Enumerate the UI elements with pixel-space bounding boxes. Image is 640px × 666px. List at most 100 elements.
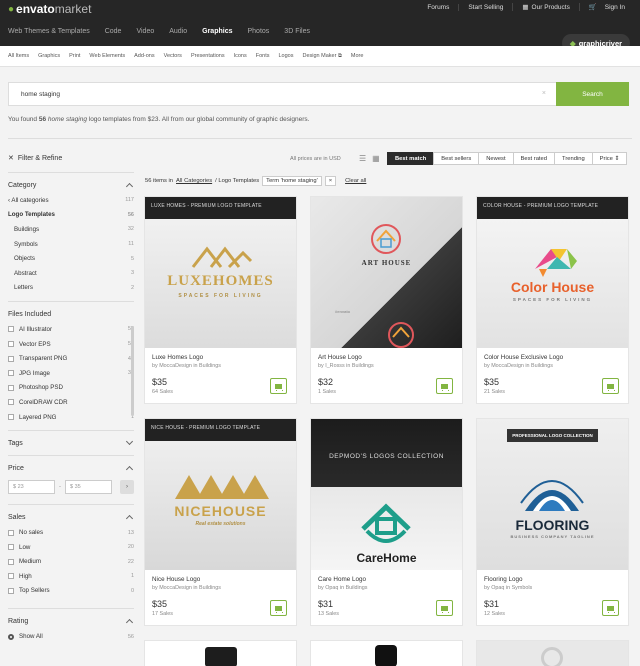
rating-show-all[interactable]: Show All 56	[8, 629, 134, 644]
add-to-cart-button[interactable]	[436, 600, 453, 616]
add-to-cart-button[interactable]	[602, 600, 619, 616]
file-type-filter[interactable]: Vector EPS55	[8, 337, 134, 352]
add-to-cart-button[interactable]	[602, 378, 619, 394]
clear-all-link[interactable]: Clear all	[345, 178, 366, 184]
checkbox-icon[interactable]	[8, 341, 14, 348]
tags-header[interactable]: Tags	[8, 435, 134, 451]
subnav-icons[interactable]: Icons	[234, 53, 247, 59]
product-title[interactable]: Care Home Logo	[318, 576, 366, 583]
product-title[interactable]: Flooring Logo	[484, 576, 523, 583]
checkbox-icon[interactable]	[8, 529, 14, 536]
checkbox-icon[interactable]	[8, 573, 14, 580]
file-type-filter[interactable]: CorelDRAW CDR3	[8, 395, 134, 410]
sort-best-match[interactable]: Best match	[387, 152, 435, 165]
checkbox-icon[interactable]	[8, 414, 14, 421]
category-item[interactable]: Abstract 3	[8, 266, 134, 281]
sort-best-sellers[interactable]: Best sellers	[433, 152, 480, 165]
subnav-design-maker[interactable]: Design Maker ⧉	[303, 53, 342, 60]
sort-best-rated[interactable]: Best rated	[512, 152, 555, 165]
product-preview-image[interactable]: ART HOUSE #envato	[311, 197, 462, 348]
subnav-fonts[interactable]: Fonts	[256, 53, 270, 59]
file-type-filter[interactable]: AI Illustrator55	[8, 322, 134, 337]
sales-filter[interactable]: No sales 13	[8, 525, 134, 540]
sales-header[interactable]: Sales	[8, 509, 134, 525]
price-header[interactable]: Price	[8, 460, 134, 476]
grid-view-icon[interactable]: ▦	[372, 154, 380, 163]
our-products-link[interactable]: ▦ Our Products	[512, 3, 578, 11]
subnav-web-elements[interactable]: Web Elements	[89, 53, 125, 59]
subnav-add-ons[interactable]: Add-ons	[134, 53, 155, 59]
product-card[interactable]	[477, 641, 628, 666]
add-to-cart-button[interactable]	[270, 600, 287, 616]
subnav-all-items[interactable]: All Items	[8, 53, 29, 59]
subnav-graphics[interactable]: Graphics	[38, 53, 60, 59]
start-selling-link[interactable]: Start Selling	[458, 3, 512, 11]
category-item[interactable]: Objects 5	[8, 251, 134, 266]
product-author[interactable]: by Opaq in Symbols	[484, 585, 532, 591]
checkbox-icon[interactable]	[8, 370, 14, 377]
file-type-filter[interactable]: Photoshop PSD5	[8, 381, 134, 396]
file-type-filter[interactable]: Layered PNG 1	[8, 410, 134, 425]
product-title[interactable]: Art House Logo	[318, 354, 362, 361]
product-author[interactable]: by I_Rosss in Buildings	[318, 363, 374, 369]
subnav-presentations[interactable]: Presentations	[191, 53, 225, 59]
price-min-input[interactable]: $ 23	[8, 480, 55, 495]
product-title[interactable]: Color House Exclusive Logo	[484, 354, 563, 361]
envato-market-logo[interactable]: ● envato market	[8, 2, 91, 16]
nav-3d-files[interactable]: 3D Files	[284, 28, 310, 35]
product-preview-image[interactable]: DEPMOD'S LOGOS COLLECTION CareHome	[311, 419, 462, 570]
file-type-filter[interactable]: Transparent PNG45	[8, 351, 134, 366]
product-preview-image[interactable]: PROFESSIONAL LOGO COLLECTION FLOORING BU…	[477, 419, 628, 570]
nav-graphics[interactable]: Graphics	[202, 28, 232, 35]
product-preview-image[interactable]: LUXE HOMES - PREMIUM LOGO TEMPLATE LUXEH…	[145, 197, 296, 348]
price-apply-button[interactable]: ›	[120, 480, 134, 495]
checkbox-icon[interactable]	[8, 399, 14, 406]
category-item[interactable]: ‹ All categories 117	[8, 193, 134, 208]
subnav-print[interactable]: Print	[69, 53, 80, 59]
add-to-cart-button[interactable]	[270, 378, 287, 394]
checkbox-icon[interactable]	[8, 355, 14, 362]
checkbox-icon[interactable]	[8, 544, 14, 551]
product-preview-image[interactable]	[205, 647, 237, 666]
product-card[interactable]: NICE HOUSE - PREMIUM LOGO TEMPLATE NICEH…	[145, 419, 296, 625]
product-preview-image[interactable]: NICE HOUSE - PREMIUM LOGO TEMPLATE NICEH…	[145, 419, 296, 570]
product-card[interactable]: COLOR HOUSE - PREMIUM LOGO TEMPLATE Colo…	[477, 197, 628, 403]
sales-filter[interactable]: Low 20	[8, 540, 134, 555]
forums-link[interactable]: Forums	[418, 4, 458, 11]
sort-trending[interactable]: Trending	[554, 152, 593, 165]
product-card[interactable]: LUXE HOMES - PREMIUM LOGO TEMPLATE LUXEH…	[145, 197, 296, 403]
product-card[interactable]: DEPMOD'S LOGOS COLLECTION CareHome Care …	[311, 419, 462, 625]
filter-refine-toggle[interactable]: ✕ Filter & Refine	[8, 150, 134, 166]
product-card[interactable]	[311, 641, 462, 666]
product-author[interactable]: by MoccaDesign in Buildings	[484, 363, 553, 369]
search-button[interactable]: Search	[556, 82, 629, 106]
file-type-filter[interactable]: JPG Image39	[8, 366, 134, 381]
product-author[interactable]: by MoccaDesign in Buildings	[152, 585, 221, 591]
rating-header[interactable]: Rating	[8, 613, 134, 629]
product-card[interactable]: ART HOUSE #envato Art House Logo by I_Ro…	[311, 197, 462, 403]
add-to-cart-button[interactable]	[436, 378, 453, 394]
category-item[interactable]: Logo Templates 56	[8, 208, 134, 223]
checkbox-icon[interactable]	[8, 326, 14, 333]
nav-video[interactable]: Video	[136, 28, 154, 35]
nav-photos[interactable]: Photos	[248, 28, 270, 35]
sales-filter[interactable]: High 1	[8, 569, 134, 584]
checkbox-icon[interactable]	[8, 384, 14, 391]
nav-audio[interactable]: Audio	[169, 28, 187, 35]
product-title[interactable]: Luxe Homes Logo	[152, 354, 203, 361]
remove-term-icon[interactable]: ×	[324, 176, 337, 186]
nav-web-themes[interactable]: Web Themes & Templates	[8, 28, 90, 35]
product-author[interactable]: by Opaq in Buildings	[318, 585, 367, 591]
subnav-vectors[interactable]: Vectors	[164, 53, 182, 59]
clear-icon[interactable]: ×	[542, 90, 546, 97]
sales-filter[interactable]: Top Sellers 0	[8, 584, 134, 599]
list-view-icon[interactable]: ☰	[359, 154, 366, 163]
category-item[interactable]: Letters 2	[8, 281, 134, 296]
product-preview-image[interactable]	[541, 647, 563, 666]
search-input[interactable]: home staging ×	[9, 83, 556, 105]
nav-code[interactable]: Code	[105, 28, 122, 35]
checkbox-icon[interactable]	[8, 587, 14, 594]
category-item[interactable]: Symbols 11	[8, 237, 134, 252]
product-author[interactable]: by MoccaDesign in Buildings	[152, 363, 221, 369]
sales-filter[interactable]: Medium 22	[8, 555, 134, 570]
